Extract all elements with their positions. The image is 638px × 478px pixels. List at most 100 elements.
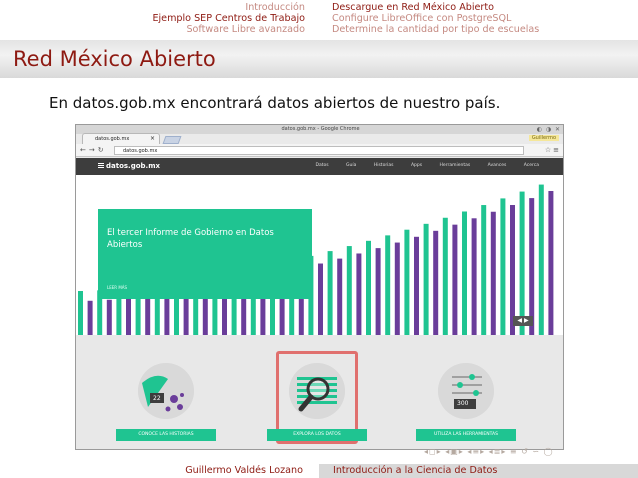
carousel-arrows[interactable]: ◀ ▶	[513, 316, 533, 326]
hero-bar	[356, 253, 362, 335]
nav-subsection-configure[interactable]: Configure LibreOffice con PostgreSQL	[332, 13, 638, 25]
hero-read-more-link[interactable]: LEER MÁS	[107, 285, 127, 290]
tab-label: datos.gob.mx	[95, 136, 130, 142]
explora-datos-button[interactable]: EXPLORA LOS DATOS	[267, 429, 367, 441]
nav-right-icon[interactable]: ▸	[437, 447, 442, 456]
nav-right-icon[interactable]: ▸	[480, 447, 485, 456]
hero-bar	[423, 223, 429, 335]
hero-bar	[490, 211, 496, 335]
magnifier-icon	[289, 363, 345, 419]
navigation-icons[interactable]: ←→↻	[80, 146, 107, 154]
menu-item-apps[interactable]: Apps	[411, 163, 422, 168]
hero-title: El tercer Informe de Gobierno en Datos A…	[107, 228, 274, 250]
historias-icon	[138, 363, 194, 419]
back-icon[interactable]: ←	[80, 146, 89, 154]
hero-bar	[337, 258, 343, 335]
hero-bar	[500, 198, 506, 335]
hero-bar	[106, 299, 112, 335]
menu-item-herramientas[interactable]: Herramientas	[440, 163, 471, 168]
subsection-nav: Descargue en Red México Abierto Configur…	[332, 2, 638, 36]
logo-text: datos.gob.mx	[106, 162, 161, 170]
nav-appendix-icon[interactable]: ≡	[510, 447, 518, 456]
hero-bar	[452, 224, 458, 335]
conoce-historias-button[interactable]: CONOCE LAS HISTORIAS	[116, 429, 216, 441]
hero-bar	[78, 291, 83, 335]
hero-bar	[519, 191, 525, 335]
site-logo[interactable]: datos.gob.mx	[98, 162, 160, 170]
beamer-navigation-symbols: ◂◻▸ ◂▣▸ ◂≡▸ ◂≣▸ ≡ ↺ ∽ ◯	[424, 447, 554, 456]
hero-bar	[375, 248, 381, 335]
browser-screenshot: datos.gob.mx - Google Chrome ◐ ◑ ✕ datos…	[75, 124, 564, 450]
hero-bar	[404, 229, 410, 335]
logo-icon	[98, 163, 104, 169]
user-badge[interactable]: Guillermo	[528, 135, 559, 141]
historias-badge: 22	[153, 395, 161, 402]
nav-right-icon[interactable]: ▸	[501, 447, 506, 456]
footer-author: Guillermo Valdés Lozano	[185, 465, 303, 476]
intro-text: En datos.gob.mx encontrará datos abierto…	[49, 94, 501, 112]
menu-icon[interactable]: ≡	[553, 146, 561, 154]
hero-bar	[548, 191, 554, 335]
hero-bar	[385, 235, 391, 335]
hero-bar	[481, 205, 487, 335]
section-nav: Introducción Ejemplo SEP Centros de Trab…	[0, 2, 305, 36]
nav-right-icon[interactable]: ▸	[459, 447, 464, 456]
menu-item-avances[interactable]: Avances	[488, 163, 507, 168]
hero-bar	[164, 293, 170, 335]
address-bar[interactable]: datos.gob.mx	[114, 146, 524, 155]
nav-section-software-libre[interactable]: Software Libre avanzado	[0, 24, 305, 36]
hero-bar	[327, 251, 333, 335]
hero-card[interactable]: El tercer Informe de Gobierno en Datos A…	[98, 209, 312, 299]
hero-bar	[538, 184, 544, 335]
new-tab-button[interactable]	[162, 136, 182, 144]
sliders-icon	[438, 363, 494, 419]
hero-bar	[394, 242, 400, 335]
herramientas-illustration: 300	[438, 363, 494, 419]
beamer-header-nav: Introducción Ejemplo SEP Centros de Trab…	[0, 0, 638, 40]
features-section: 22 CONOCE LAS HISTORIAS EXPLORA LOS DATO…	[76, 335, 563, 449]
hero-bar	[318, 263, 323, 335]
nav-subsection-icon[interactable]: ▣	[450, 447, 459, 456]
frame-title: Red México Abierto	[13, 47, 216, 71]
nav-frame-icon[interactable]: ◻	[429, 447, 437, 456]
close-icon[interactable]: ×	[150, 134, 155, 144]
menu-item-datos[interactable]: Datos	[316, 163, 329, 168]
hero-bar	[366, 240, 371, 335]
menu-item-guia[interactable]: Guía	[346, 163, 356, 168]
nav-subsection-determine[interactable]: Determine la cantidad por tipo de escuel…	[332, 24, 638, 36]
star-icon[interactable]: ☆	[545, 146, 553, 154]
menu-item-acerca[interactable]: Acerca	[524, 163, 539, 168]
forward-icon[interactable]: →	[89, 146, 98, 154]
nav-search-icon[interactable]: ↺ ∽ ◯	[521, 447, 553, 456]
hero-bar	[414, 236, 419, 335]
hero-bar	[145, 296, 151, 335]
feature-datos: EXPLORA LOS DATOS	[267, 357, 367, 449]
utiliza-herramientas-button[interactable]: UTILIZA LAS HERRAMIENTAS	[416, 429, 516, 441]
hero-bar	[442, 217, 448, 335]
footer-left: Guillermo Valdés Lozano	[0, 464, 319, 478]
datos-illustration	[289, 363, 345, 419]
footer-title: Introducción a la Ciencia de Datos	[333, 465, 498, 476]
window-controls[interactable]: ◐ ◑ ✕	[537, 126, 561, 133]
footer-right: Introducción a la Ciencia de Datos	[319, 464, 638, 478]
nav-section-ejemplo-sep[interactable]: Ejemplo SEP Centros de Trabajo	[0, 13, 305, 25]
hero-bar	[529, 198, 535, 335]
site-header: datos.gob.mx Datos Guía Historias Apps H…	[76, 158, 563, 175]
feature-historias: 22 CONOCE LAS HISTORIAS	[116, 357, 216, 449]
site-menu: Datos Guía Historias Apps Herramientas A…	[300, 163, 540, 168]
hero-bar	[462, 211, 467, 335]
hero-bar	[346, 246, 352, 335]
hero-bar	[126, 298, 131, 335]
reload-icon[interactable]: ↻	[98, 146, 107, 154]
hero-banner: El tercer Informe de Gobierno en Datos A…	[76, 175, 563, 335]
browser-toolbar: ←→↻ datos.gob.mx ☆≡	[76, 144, 563, 157]
hero-bar	[87, 300, 93, 335]
nav-section-icon[interactable]: ≡	[472, 447, 480, 456]
hero-bar	[433, 230, 439, 335]
browser-tab[interactable]: datos.gob.mx ×	[82, 133, 160, 144]
toolbar-icons: ☆≡	[545, 146, 561, 154]
hero-bar	[471, 218, 477, 335]
historias-illustration: 22	[138, 363, 194, 419]
herramientas-badge: 300	[457, 400, 469, 407]
menu-item-historias[interactable]: Historias	[374, 163, 394, 168]
